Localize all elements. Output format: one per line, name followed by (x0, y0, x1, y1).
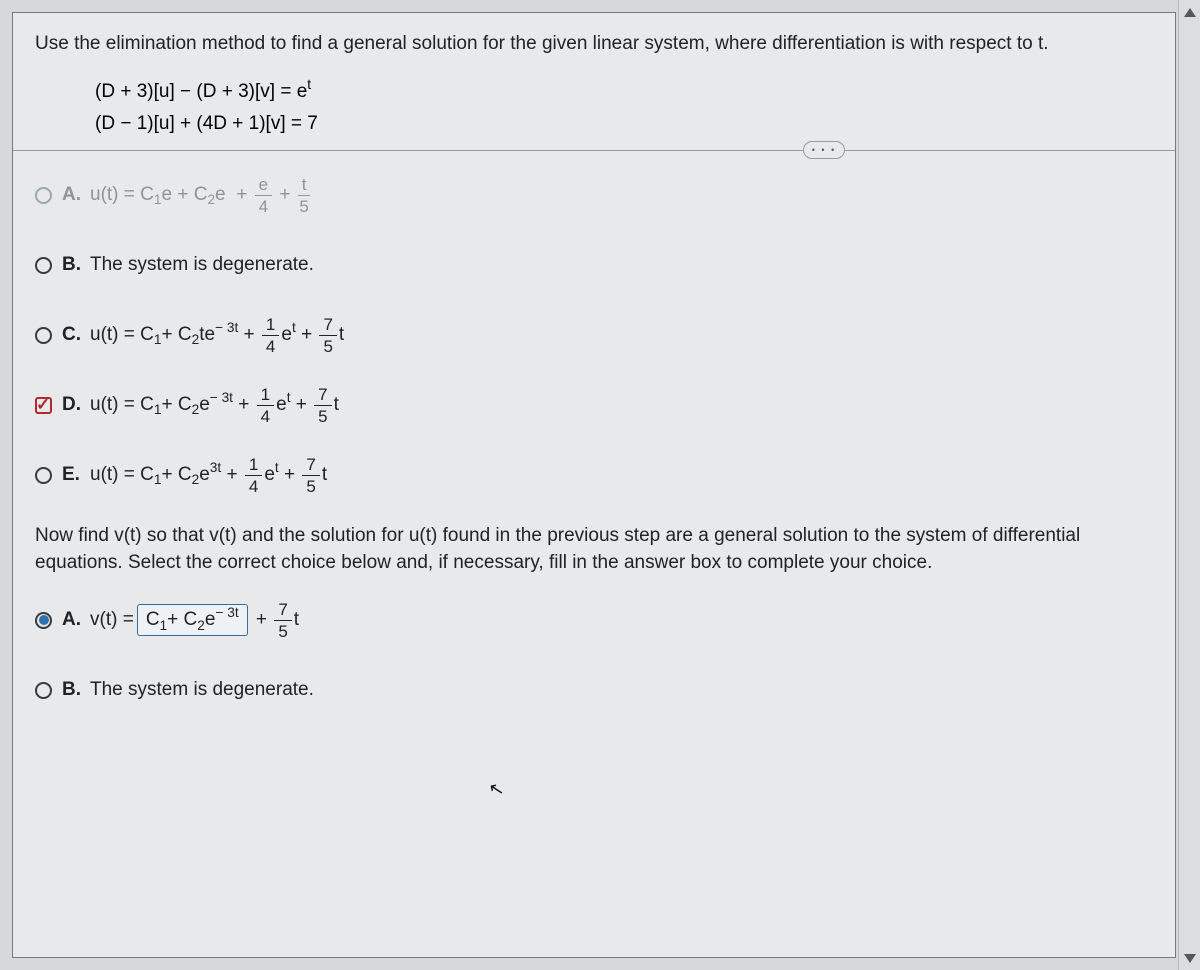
scroll-down-button[interactable] (1182, 950, 1198, 966)
chevron-down-icon (1184, 954, 1196, 963)
part1-options: A. u(t) = C1e + C2e + e4 + t5 B. The sys… (35, 173, 1153, 497)
radio-part2-a-checked[interactable] (35, 612, 52, 629)
part2-option-a-row[interactable]: A. v(t) = C1 + C2e− 3t + 75t (35, 598, 1153, 642)
option-b-row[interactable]: B. The system is degenerate. (35, 243, 1153, 287)
radio-c[interactable] (35, 327, 52, 344)
radio-part2-b[interactable] (35, 682, 52, 699)
option-d-content: u(t) = C1 + C2e− 3t + 14et + 75t (90, 386, 339, 425)
option-a-content: u(t) = C1e + C2e + e4 + t5 (90, 176, 312, 215)
radio-b[interactable] (35, 257, 52, 274)
part2-option-a-content: v(t) = C1 + C2e− 3t + 75t (90, 601, 299, 640)
more-button[interactable]: • • • (803, 141, 845, 159)
radio-e[interactable] (35, 467, 52, 484)
option-e-row[interactable]: E. u(t) = C1 + C2e3t + 14et + 75t (35, 453, 1153, 497)
equation-2: (D − 1)[u] + (4D + 1)[v] = 7 (95, 108, 1153, 140)
question-intro: Use the elimination method to find a gen… (35, 31, 1153, 58)
option-d-row[interactable]: D. u(t) = C1 + C2e− 3t + 14et + 75t (35, 383, 1153, 427)
option-b-content: The system is degenerate. (90, 254, 314, 276)
divider: • • • (13, 150, 1175, 151)
radio-a[interactable] (35, 187, 52, 204)
option-e-content: u(t) = C1 + C2e3t + 14et + 75t (90, 456, 327, 495)
equation-1: (D + 3)[u] − (D + 3)[v] = et (95, 76, 1153, 108)
question-panel: Use the elimination method to find a gen… (12, 12, 1176, 958)
scrollbar[interactable] (1178, 0, 1200, 970)
option-c-row[interactable]: C. u(t) = C1 + C2te− 3t + 14et + 75t (35, 313, 1153, 357)
answer-input-box[interactable]: C1 + C2e− 3t (137, 604, 248, 636)
part2-option-b-row[interactable]: B. The system is degenerate. (35, 668, 1153, 712)
radio-d-checked[interactable] (35, 397, 52, 414)
option-c-content: u(t) = C1 + C2te− 3t + 14et + 75t (90, 316, 344, 355)
part2-option-b-content: The system is degenerate. (90, 679, 314, 701)
chevron-up-icon (1184, 8, 1196, 17)
cursor-icon: ↖ (487, 778, 506, 802)
system-equations: (D + 3)[u] − (D + 3)[v] = et (D − 1)[u] … (95, 76, 1153, 141)
part2-options: A. v(t) = C1 + C2e− 3t + 75t B. The syst… (35, 598, 1153, 712)
scroll-up-button[interactable] (1182, 4, 1198, 20)
part2-intro: Now find v(t) so that v(t) and the solut… (35, 523, 1153, 576)
option-a-row[interactable]: A. u(t) = C1e + C2e + e4 + t5 (35, 173, 1153, 217)
